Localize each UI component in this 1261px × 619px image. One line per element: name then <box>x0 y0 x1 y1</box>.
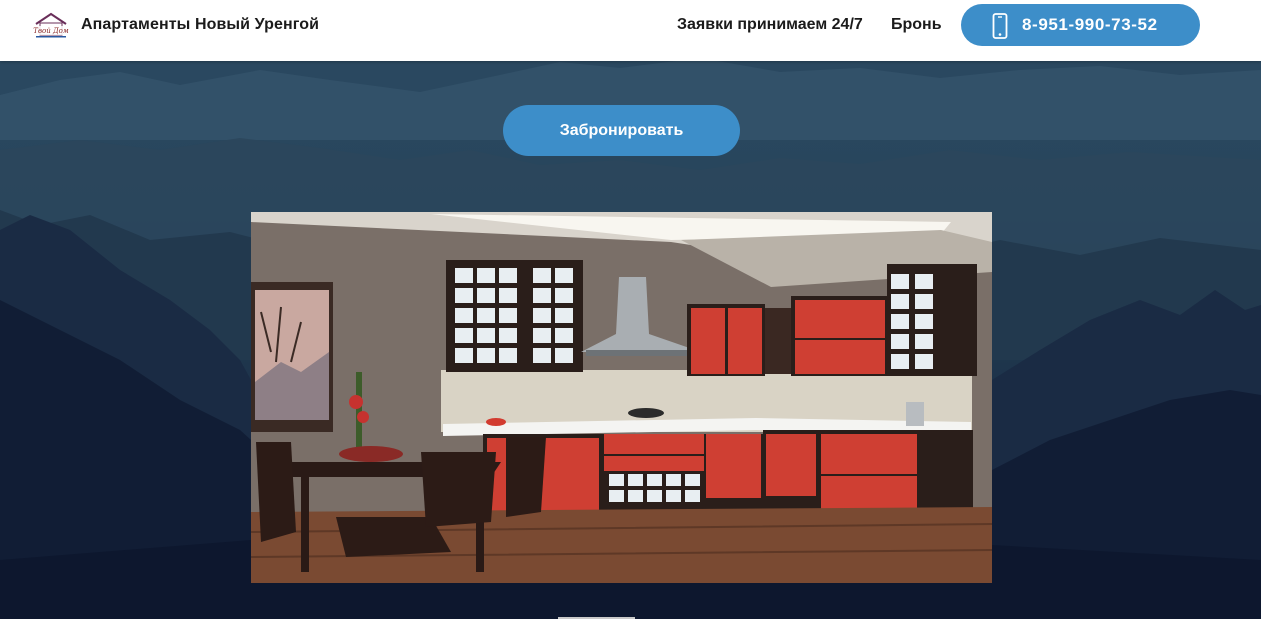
phone-button[interactable]: 8-951-990-73-52 <box>961 4 1200 46</box>
phone-icon <box>992 13 1008 39</box>
phone-number: 8-951-990-73-52 <box>1022 15 1158 34</box>
kitchen-photo <box>251 212 992 583</box>
nav-applications-24-7[interactable]: Заявки принимаем 24/7 <box>677 16 863 34</box>
site-header: Твой Дом Апартаменты Новый Уренгой Заявк… <box>0 0 1261 61</box>
nav-booking[interactable]: Бронь <box>891 16 942 34</box>
logo-icon[interactable]: Твой Дом <box>32 12 70 40</box>
svg-text:Твой Дом: Твой Дом <box>33 27 69 35</box>
book-button[interactable]: Забронировать <box>503 105 740 156</box>
site-title[interactable]: Апартаменты Новый Уренгой <box>81 16 319 34</box>
